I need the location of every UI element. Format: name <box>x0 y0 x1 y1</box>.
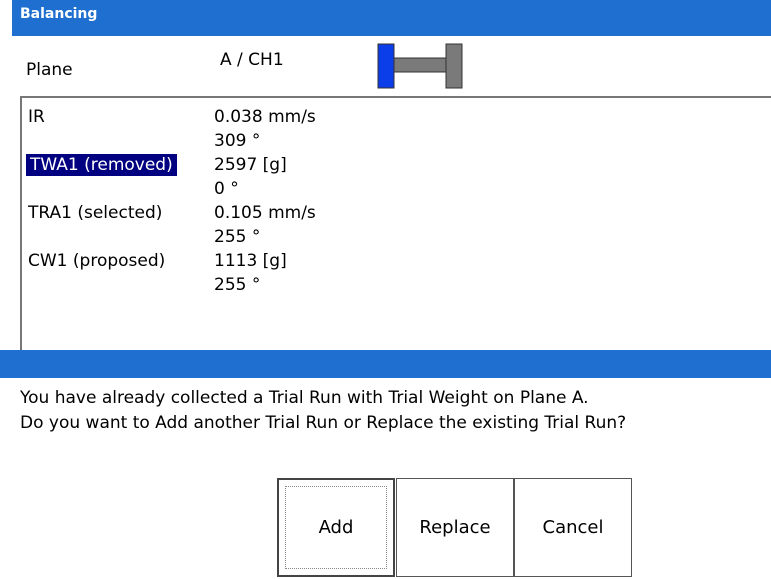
row-label-twa1[interactable]: TWA1 (removed) <box>26 154 177 176</box>
row-cw1-weight: 1113 [g] <box>214 251 287 271</box>
rotor-plane-icon <box>377 43 463 89</box>
row-tra1-phase: 255 ° <box>214 227 261 247</box>
add-button[interactable]: Add <box>277 478 395 577</box>
row-ir-phase: 309 ° <box>214 131 261 151</box>
window-title: Balancing <box>20 6 98 22</box>
row-label-cw1[interactable]: CW1 (proposed) <box>28 250 165 272</box>
title-bar: Balancing <box>12 0 771 36</box>
dialog-message-line-1: You have already collected a Trial Run w… <box>20 388 589 408</box>
replace-button-label: Replace <box>419 517 491 538</box>
cancel-button[interactable]: Cancel <box>514 478 632 577</box>
focus-rectangle <box>285 486 387 569</box>
plane-label: Plane <box>26 60 73 80</box>
dialog-message-line-2: Do you want to Add another Trial Run or … <box>20 413 627 433</box>
plane-value: A / CH1 <box>220 50 284 70</box>
cancel-button-label: Cancel <box>542 517 604 538</box>
row-twa1-weight: 2597 [g] <box>214 155 287 175</box>
row-label-ir: IR <box>28 107 45 127</box>
dialog-message: You have already collected a Trial Run w… <box>20 386 626 436</box>
plane-row: Plane A / CH1 <box>12 36 771 92</box>
window-left-edge <box>0 0 12 579</box>
row-label-tra1[interactable]: TRA1 (selected) <box>28 202 162 224</box>
row-cw1-angle: 255 ° <box>214 275 261 295</box>
dialog-title-bar <box>0 350 771 378</box>
replace-button[interactable]: Replace <box>396 478 514 577</box>
row-ir-amplitude: 0.038 mm/s <box>214 107 316 127</box>
results-list[interactable]: IR 0.038 mm/s 309 ° TWA1 (removed) 2597 … <box>20 96 771 354</box>
row-tra1-amplitude: 0.105 mm/s <box>214 203 316 223</box>
row-twa1-angle: 0 ° <box>214 179 239 199</box>
